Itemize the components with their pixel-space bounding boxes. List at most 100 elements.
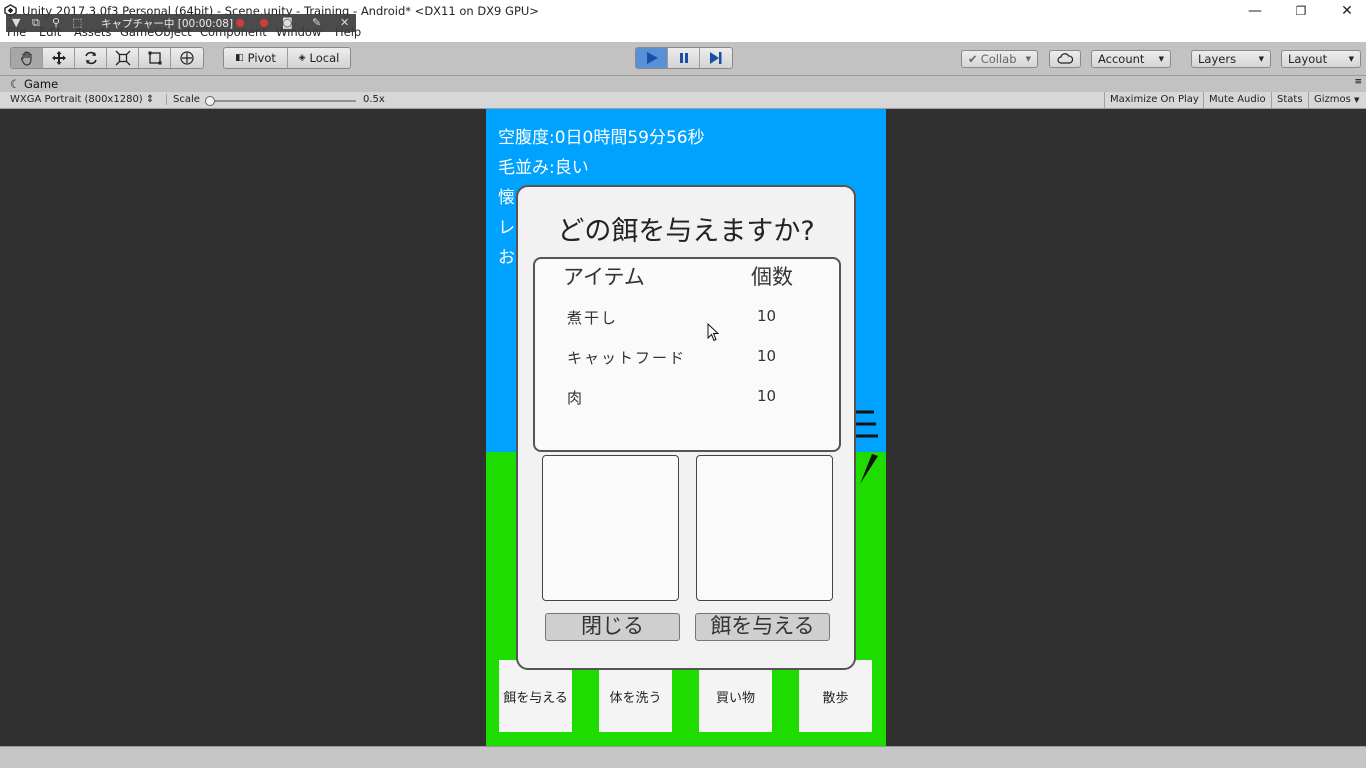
scale-tool-icon[interactable] (107, 48, 139, 68)
gizmos-dropdown[interactable]: Gizmos ▼ (1308, 92, 1366, 109)
window-capture-icon[interactable]: ⧉ (32, 16, 40, 30)
game-screen: 空腹度:0日0時間59分56秒 毛並み:良い 懐 レ お 餌を与える 体を洗う … (486, 109, 886, 746)
game-tab-label: Game (23, 77, 59, 91)
mute-audio-toggle[interactable]: Mute Audio (1203, 92, 1271, 109)
money-status: お (498, 248, 515, 268)
collab-label: Collab (980, 52, 1017, 66)
editor-toolbar: ◧ Pivot ◈ Local ✔ Collab ▼ Account ▼ Lay… (0, 42, 1366, 76)
scale-slider[interactable] (204, 95, 358, 107)
layout-label: Layout (1288, 52, 1328, 66)
hand-tool-icon[interactable] (11, 48, 43, 68)
item-column-header: アイテム (563, 265, 645, 289)
item-count: 10 (757, 347, 777, 365)
camera-icon[interactable]: ◙ (282, 16, 293, 29)
gizmos-label: Gizmos (1314, 94, 1351, 105)
item-list: アイテム 個数 煮干し 10 キャットフード 10 肉 10 (533, 257, 841, 452)
step-button[interactable] (700, 48, 732, 68)
maximize-button[interactable]: ❐ (1278, 0, 1324, 22)
affection-status: 懐 (498, 188, 515, 208)
scale-label: Scale (166, 94, 200, 105)
item-count: 10 (757, 387, 777, 405)
dialog-feed-button[interactable]: 餌を与える (695, 613, 830, 641)
tab-menu-icon[interactable]: ≡ (1354, 77, 1362, 87)
item-preview-left (542, 455, 679, 601)
game-tab-icon: ☾ (10, 77, 21, 91)
resolution-caret-icon: ⇕ (145, 94, 155, 105)
pause-record-icon[interactable] (236, 19, 244, 27)
account-caret-icon: ▼ (1158, 55, 1164, 63)
rotate-tool-icon[interactable] (75, 48, 107, 68)
transform-tools (10, 47, 204, 69)
feed-dialog: どの餌を与えますか? アイテム 個数 煮干し 10 キャットフード 10 肉 1… (516, 185, 856, 670)
layout-caret-icon: ▼ (1348, 55, 1354, 63)
layers-caret-icon: ▼ (1258, 55, 1264, 63)
scale-value: 0.5x (363, 94, 385, 105)
transform-tool-icon[interactable] (171, 48, 203, 68)
tab-game[interactable]: ☾ Game (10, 77, 58, 91)
collab-caret-icon: ▼ (1025, 55, 1031, 63)
collab-dropdown[interactable]: ✔ Collab ▼ (961, 50, 1038, 68)
stats-toggle[interactable]: Stats (1271, 92, 1308, 109)
pivot-button[interactable]: ◧ Pivot (224, 48, 288, 68)
dialog-title: どの餌を与えますか? (557, 216, 815, 247)
item-name: キャットフード (567, 349, 687, 367)
dialog-close-button[interactable]: 閉じる (545, 613, 680, 641)
item-name: 肉 (567, 389, 585, 407)
region-icon[interactable]: ⬚ (72, 16, 82, 29)
move-tool-icon[interactable] (43, 48, 75, 68)
editor-status-bar (0, 746, 1366, 768)
pivot-icon: ◧ (235, 53, 244, 63)
layers-dropdown[interactable]: Layers ▼ (1191, 50, 1271, 68)
wash-action-button[interactable]: 体を洗う (599, 660, 672, 732)
minimize-button[interactable]: — (1232, 0, 1278, 22)
play-icon (646, 52, 658, 64)
rect-tool-icon[interactable] (139, 48, 171, 68)
play-button[interactable] (636, 48, 668, 68)
account-label: Account (1098, 52, 1145, 66)
list-item[interactable]: キャットフード 10 (535, 341, 839, 371)
hunger-status: 空腹度:0日0時間59分56秒 (498, 128, 705, 148)
step-icon (710, 52, 722, 64)
pivot-label: Pivot (247, 51, 276, 65)
game-view-toolbar: WXGA Portrait (800x1280) ⇕ Scale 0.5x Ma… (0, 92, 1366, 109)
maximize-on-play-toggle[interactable]: Maximize On Play (1104, 92, 1204, 109)
menu-arrow-icon[interactable]: ▼ (12, 16, 20, 29)
pen-icon[interactable]: ✎ (312, 16, 321, 29)
capture-status: キャプチャー中 [00:00:08] (101, 18, 234, 30)
layout-dropdown[interactable]: Layout ▼ (1281, 50, 1361, 68)
item-count: 10 (757, 307, 777, 325)
pause-button[interactable] (668, 48, 700, 68)
capture-close-icon[interactable]: ✕ (340, 16, 349, 29)
pause-icon (679, 53, 688, 63)
local-label: Local (309, 51, 340, 65)
shop-action-button[interactable]: 買い物 (699, 660, 772, 732)
capture-overlay: ▼ ⧉ ⚲ ⬚ キャプチャー中 [00:00:08] ◙ ✎ ✕ (6, 14, 356, 32)
fur-status: 毛並み:良い (498, 158, 589, 178)
list-item[interactable]: 煮干し 10 (535, 301, 839, 331)
record-icon[interactable] (260, 19, 268, 27)
game-tab-header: ☾ Game ≡ (0, 76, 1366, 92)
mouse-cursor-icon (707, 323, 720, 342)
resolution-label: WXGA Portrait (800x1280) (10, 94, 143, 105)
account-dropdown[interactable]: Account ▼ (1091, 50, 1171, 68)
close-button[interactable]: ✕ (1324, 0, 1366, 22)
level-status: レ (498, 218, 515, 238)
count-column-header: 個数 (751, 265, 793, 289)
local-button[interactable]: ◈ Local (288, 48, 350, 68)
item-name: 煮干し (567, 309, 619, 327)
collab-check-icon: ✔ (968, 52, 978, 66)
magnifier-icon[interactable]: ⚲ (52, 16, 60, 29)
pivot-toggles: ◧ Pivot ◈ Local (223, 47, 351, 69)
resolution-dropdown[interactable]: WXGA Portrait (800x1280) ⇕ (10, 94, 154, 105)
gizmos-caret-icon: ▼ (1354, 96, 1360, 104)
walk-action-button[interactable]: 散歩 (799, 660, 872, 732)
item-preview-right (696, 455, 833, 601)
cloud-button[interactable] (1049, 50, 1081, 68)
feed-action-button[interactable]: 餌を与える (499, 660, 572, 732)
list-item[interactable]: 肉 10 (535, 381, 839, 411)
local-icon: ◈ (298, 53, 306, 63)
game-viewport: 空腹度:0日0時間59分56秒 毛並み:良い 懐 レ お 餌を与える 体を洗う … (0, 109, 1366, 746)
layers-label: Layers (1198, 52, 1237, 66)
cloud-icon (1057, 53, 1073, 64)
playback-controls (635, 47, 733, 69)
